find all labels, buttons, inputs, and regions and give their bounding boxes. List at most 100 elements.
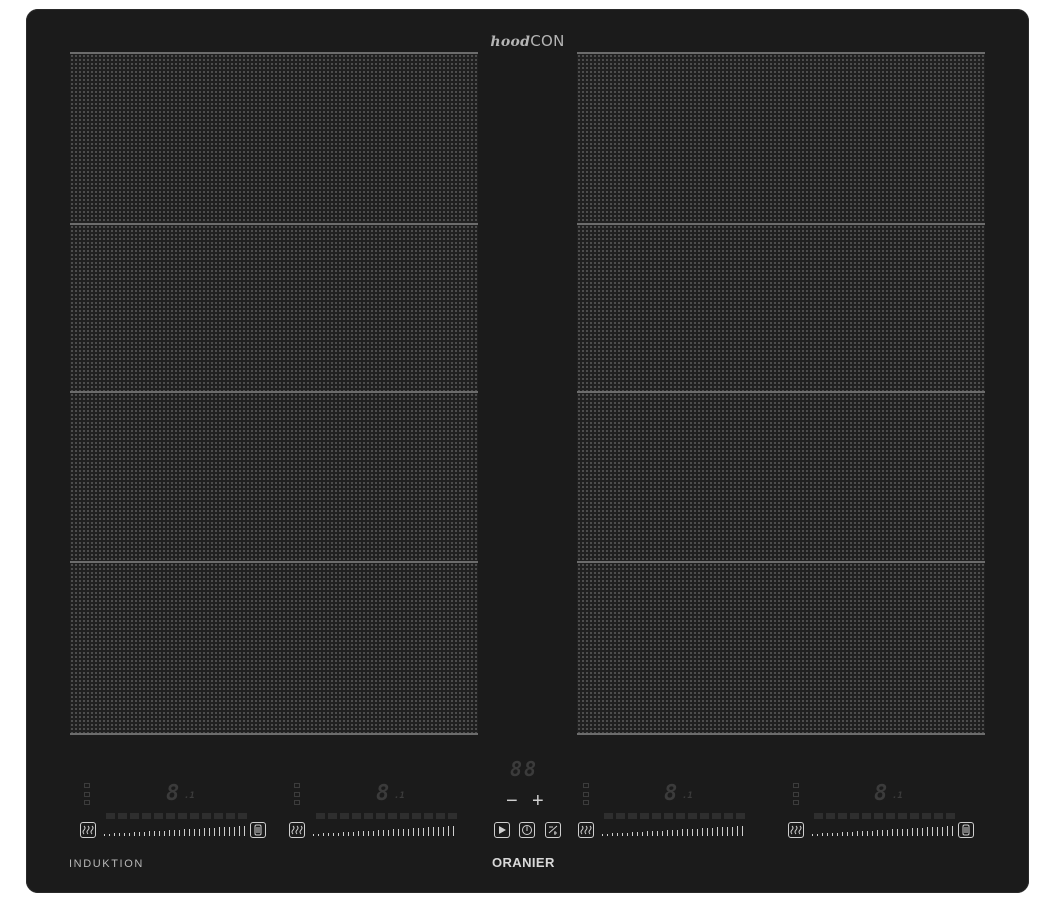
- zone-indicator: [793, 783, 799, 805]
- slider-tick: [882, 830, 883, 836]
- slider-tick: [637, 832, 638, 836]
- slider-tick: [887, 830, 888, 836]
- slider-tick: [647, 831, 648, 836]
- slider-tick: [234, 827, 235, 836]
- slider-tick: [109, 834, 110, 836]
- power-slider[interactable]: [812, 826, 953, 836]
- slider-tick: [408, 829, 409, 836]
- slider-tick: [822, 833, 823, 836]
- heat-waves-icon: [580, 825, 592, 835]
- hoodcon-logo: hoodCON: [26, 32, 1029, 50]
- slider-tick: [313, 834, 314, 836]
- minus-button[interactable]: −: [506, 791, 518, 811]
- power-level-display: 8: [376, 781, 390, 806]
- slider-tick: [214, 828, 215, 836]
- slider-tick: [189, 829, 190, 836]
- slider-tick: [732, 827, 733, 836]
- power-level-decimal: .1: [682, 791, 693, 801]
- cooking-zone-left-3[interactable]: [70, 391, 478, 561]
- bridge-zone-button[interactable]: [250, 822, 266, 838]
- induktion-label: INDUKTION: [69, 858, 144, 870]
- heat-zone-button[interactable]: [788, 822, 804, 838]
- power-level-display: 8: [874, 781, 888, 806]
- brand-suffix: CON: [530, 32, 565, 50]
- power-slider[interactable]: [602, 826, 743, 836]
- heat-zone-button[interactable]: [80, 822, 96, 838]
- slider-tick: [927, 827, 928, 836]
- slider-tick: [907, 829, 908, 836]
- slider-tick: [727, 827, 728, 836]
- slider-tick: [612, 833, 613, 836]
- slider-tick: [712, 828, 713, 836]
- slider-tick: [453, 826, 454, 836]
- slider-tick: [892, 829, 893, 836]
- slider-tick: [433, 827, 434, 836]
- brand-prefix: hood: [490, 34, 531, 50]
- induction-hob: hoodCON 8 .1 8 .1 88 − + 8 .1 8 .1 INDUK…: [26, 9, 1029, 893]
- slider-tick: [144, 832, 145, 836]
- slider-tick: [627, 833, 628, 836]
- plus-button[interactable]: +: [532, 791, 544, 811]
- slider-tick: [318, 834, 319, 836]
- hood-control-button[interactable]: [545, 822, 561, 838]
- bridge-icon: [962, 824, 970, 836]
- slider-tick: [393, 829, 394, 836]
- cooking-zone-left-2[interactable]: [70, 223, 478, 391]
- slider-tick: [717, 827, 718, 836]
- slider-tick: [682, 829, 683, 836]
- slider-tick: [174, 830, 175, 836]
- slider-tick: [333, 833, 334, 836]
- slider-tick: [323, 833, 324, 836]
- cooking-zone-right-2[interactable]: [577, 223, 985, 391]
- slider-tick: [877, 830, 878, 836]
- power-slider[interactable]: [313, 826, 454, 836]
- slider-tick: [667, 830, 668, 836]
- heat-zone-button[interactable]: [578, 822, 594, 838]
- slider-tick: [652, 831, 653, 836]
- slider-tick: [842, 832, 843, 836]
- cooking-zone-left-4[interactable]: [70, 561, 478, 735]
- slider-tick: [852, 832, 853, 836]
- slider-tick: [922, 828, 923, 836]
- slider-tick: [632, 832, 633, 836]
- heat-zone-button[interactable]: [289, 822, 305, 838]
- power-level-bar: [604, 813, 745, 819]
- slider-tick: [448, 826, 449, 836]
- heat-waves-icon: [790, 825, 802, 835]
- slider-tick: [937, 827, 938, 836]
- cooking-zone-right-1[interactable]: [577, 52, 985, 223]
- slider-tick: [817, 834, 818, 836]
- slider-tick: [373, 831, 374, 836]
- cooking-zone-left-1[interactable]: [70, 52, 478, 223]
- slider-tick: [692, 829, 693, 836]
- slider-tick: [902, 829, 903, 836]
- slider-tick: [677, 830, 678, 836]
- slider-tick: [812, 834, 813, 836]
- play-button[interactable]: [494, 822, 510, 838]
- bridge-zone-button[interactable]: [958, 822, 974, 838]
- slider-tick: [388, 830, 389, 836]
- cooking-zone-right-4[interactable]: [577, 561, 985, 735]
- slider-tick: [438, 827, 439, 836]
- slider-tick: [418, 828, 419, 836]
- slider-tick: [672, 830, 673, 836]
- power-slider[interactable]: [104, 826, 245, 836]
- slider-tick: [837, 833, 838, 836]
- slider-tick: [707, 828, 708, 836]
- slider-tick: [159, 831, 160, 836]
- zone-indicator: [294, 783, 300, 805]
- slider-tick: [338, 833, 339, 836]
- bridge-icon: [254, 824, 262, 836]
- slider-tick: [428, 827, 429, 836]
- slider-tick: [119, 833, 120, 836]
- slider-tick: [169, 830, 170, 836]
- slider-tick: [702, 828, 703, 836]
- slider-tick: [343, 832, 344, 836]
- slider-tick: [917, 828, 918, 836]
- slider-tick: [827, 833, 828, 836]
- power-button[interactable]: [519, 822, 535, 838]
- slider-tick: [328, 833, 329, 836]
- slider-tick: [687, 829, 688, 836]
- power-level-bar: [106, 813, 247, 819]
- cooking-zone-right-3[interactable]: [577, 391, 985, 561]
